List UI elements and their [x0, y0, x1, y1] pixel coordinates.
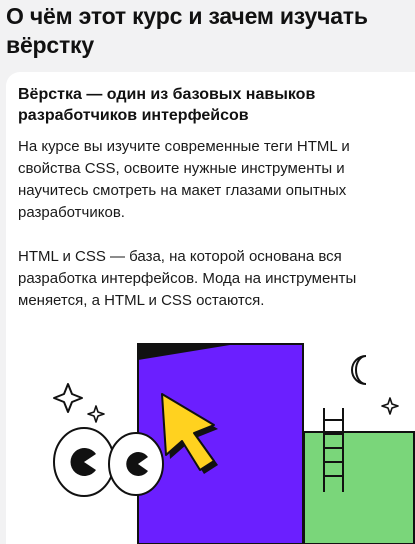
- page-title: О чём этот курс и зачем изучать вёрстку: [6, 3, 368, 58]
- course-info-card: Вёрстка — один из базовых навыков разраб…: [6, 72, 415, 544]
- illustration: [53, 343, 415, 544]
- eyes-icon: [53, 427, 164, 497]
- green-building: [303, 431, 415, 544]
- moon-icon: [351, 355, 367, 385]
- purple-panel: [137, 343, 304, 544]
